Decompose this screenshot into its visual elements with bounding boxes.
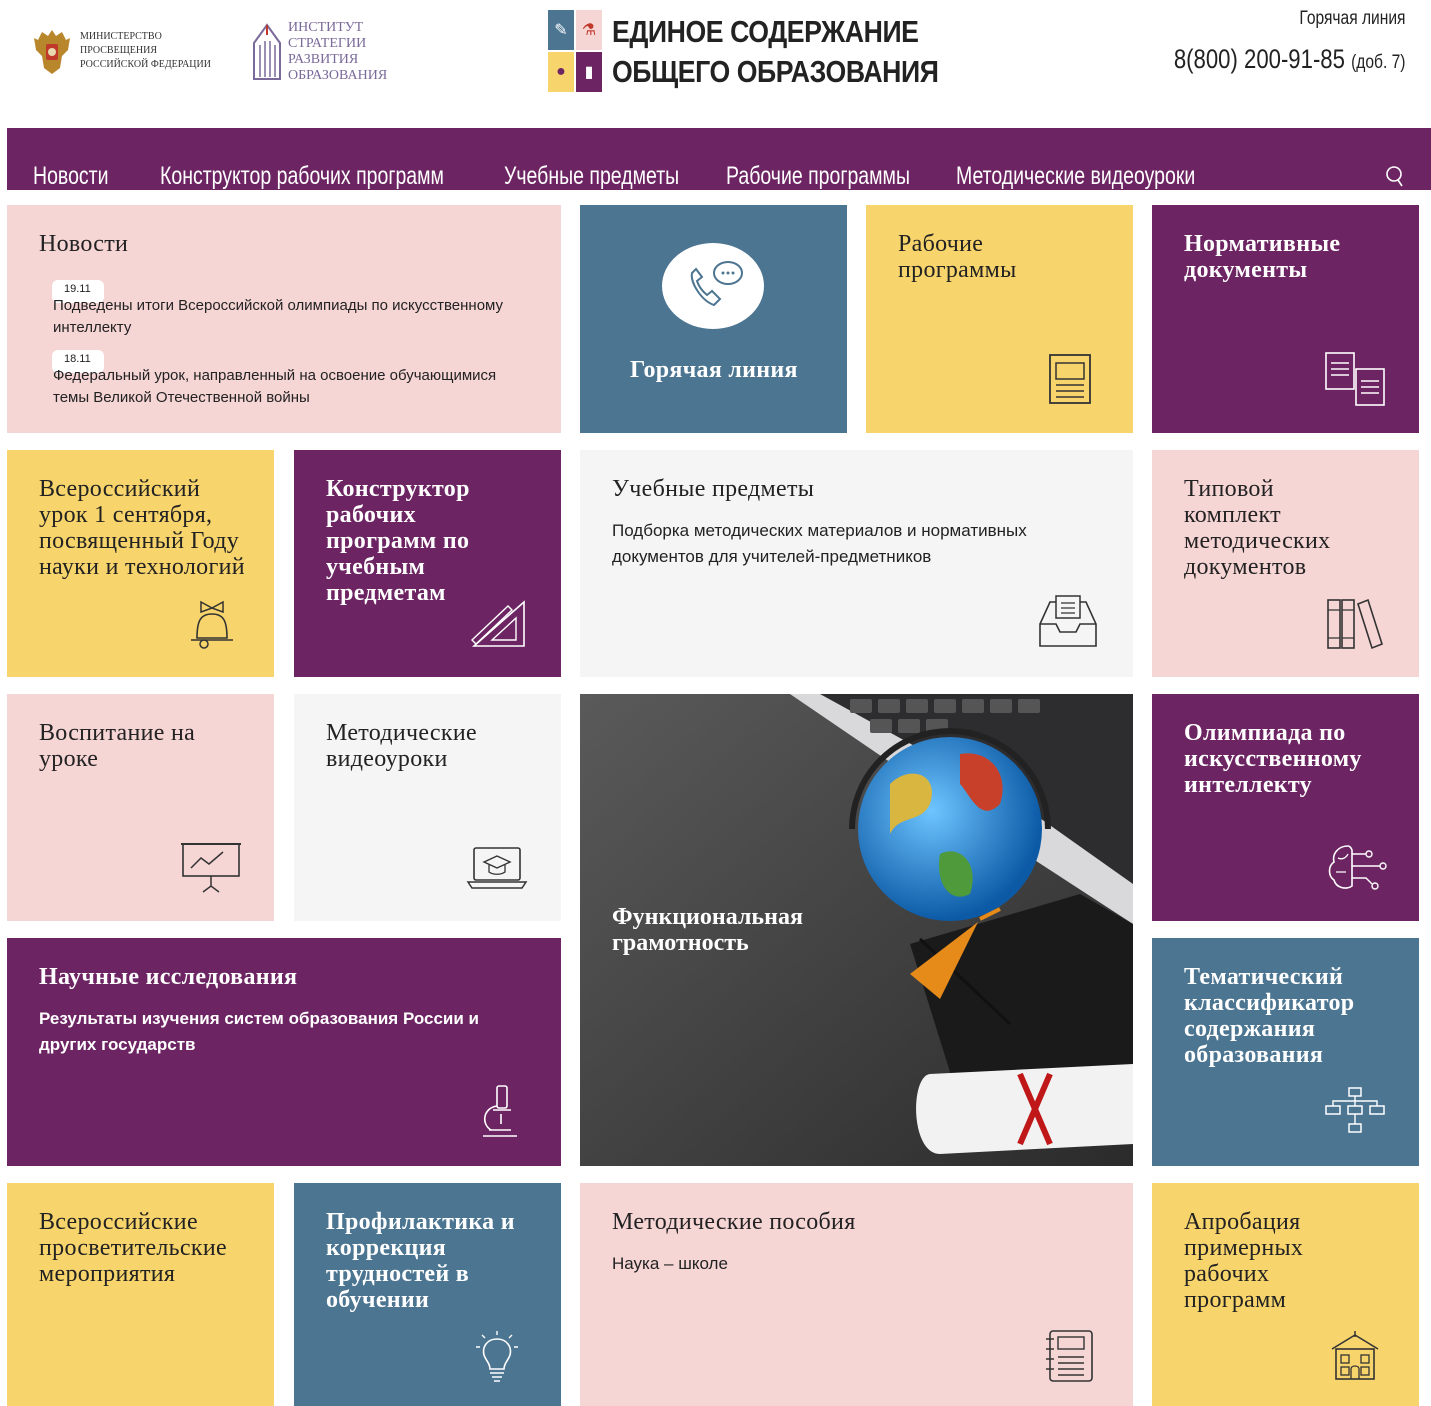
news-title: Новости (39, 231, 129, 257)
hotline-tile-title: Горячая линия (630, 357, 798, 383)
events-tile[interactable]: Всероссийские просветительские мероприят… (7, 1183, 274, 1406)
nav-item-subjects[interactable]: Учебные предметы (504, 162, 679, 190)
document-icon (1049, 354, 1091, 404)
sept1-lesson-title: Всероссийский урок 1 сентября, посвященн… (39, 476, 245, 580)
typical-kit-title: Типовой комплект методических документов (1184, 476, 1331, 580)
site-logo[interactable]: ✎ ⚗ ● ▮ ЕДИНОЕ СОДЕРЖАНИЕ ОБЩЕГО ОБРАЗОВ… (548, 10, 992, 94)
video-lessons-tile[interactable]: Методические видеоуроки (294, 694, 561, 921)
prevention-title: Профилактика и коррекция трудностей в об… (326, 1209, 515, 1313)
search-icon[interactable] (1385, 164, 1405, 188)
manuals-desc: Наука – школе (612, 1254, 728, 1273)
ai-olympiad-tile[interactable]: Олимпиада по искусственному интеллекту (1152, 694, 1419, 921)
typical-kit-tile[interactable]: Типовой комплект методических документов (1152, 450, 1419, 677)
inbox-tray-icon (1039, 595, 1097, 647)
hotline-label: Горячая линия (1298, 8, 1405, 29)
research-title: Научные исследования (39, 964, 298, 990)
book-icon: ▮ (576, 52, 602, 92)
hotline-block: Горячая линия 8(800) 200-91-85 (доб. 7) (1123, 8, 1405, 75)
video-lessons-title: Методические видеоуроки (326, 720, 477, 772)
constructor-tile[interactable]: Конструктор рабочих программ по учебным … (294, 450, 561, 677)
nav-item-video-lessons[interactable]: Методические видеоуроки (956, 162, 1195, 190)
logo-squares: ✎ ⚗ ● ▮ (548, 10, 602, 94)
bell-icon (191, 600, 233, 649)
news-item[interactable]: 18.11 Федеральный урок, направленный на … (52, 349, 523, 409)
subjects-desc: Подборка методических материалов и норма… (612, 521, 1027, 566)
functional-literacy-title: Функциональная грамотность (612, 904, 803, 956)
documents-icon (1325, 352, 1385, 406)
institute-logo-text: Институт стратегии развития образования (288, 20, 388, 83)
school-building-icon (1331, 1331, 1379, 1380)
brain-circuit-icon (1328, 845, 1387, 890)
nav-item-work-programs[interactable]: Рабочие программы (726, 162, 910, 190)
microscope-icon (483, 1085, 517, 1137)
hierarchy-icon (1325, 1087, 1385, 1133)
approbation-tile[interactable]: Апробация примерных рабочих программ (1152, 1183, 1419, 1406)
main-nav: Новости Конструктор рабочих программ Уче… (7, 128, 1431, 190)
nav-item-constructor[interactable]: Конструктор рабочих программ (160, 162, 444, 190)
ministry-logo-text: Министерство просвещения Российской Феде… (80, 31, 211, 70)
site-title-line1: ЕДИНОЕ СОДЕРЖАНИЕ (612, 14, 919, 49)
approbation-title: Апробация примерных рабочих программ (1184, 1209, 1304, 1313)
normative-docs-tile[interactable]: Нормативные документы (1152, 205, 1419, 433)
pencil-icon: ✎ (548, 10, 574, 50)
constructor-title: Конструктор рабочих программ по учебным … (326, 476, 470, 606)
presentation-chart-icon (181, 843, 241, 893)
news-list: 19.11 Подведены итоги Всероссийской олим… (52, 279, 523, 409)
ministry-logo[interactable]: Министерство просвещения Российской Феде… (32, 26, 215, 76)
prevention-tile[interactable]: Профилактика и коррекция трудностей в об… (294, 1183, 561, 1406)
news-text: Федеральный урок, направленный на освоен… (53, 367, 497, 406)
site-header: Министерство просвещения Российской Феде… (0, 0, 1431, 128)
hotline-phone[interactable]: 8(800) 200-91-85 (доб. 7) (1173, 44, 1405, 75)
subjects-title: Учебные предметы (612, 476, 815, 502)
ball-icon: ● (548, 52, 574, 92)
hotline-ext: (доб. 7) (1350, 52, 1405, 73)
laptop-graduation-icon (466, 847, 528, 889)
manuals-tile[interactable]: Методические пособия Наука – школе (580, 1183, 1133, 1406)
subjects-tile[interactable]: Учебные предметы Подборка методических м… (580, 450, 1133, 677)
nav-item-news[interactable]: Новости (33, 162, 108, 190)
upbringing-tile[interactable]: Воспитание на уроке (7, 694, 274, 921)
institute-logo[interactable]: Институт стратегии развития образования (252, 20, 438, 84)
books-icon (1327, 598, 1383, 650)
normative-docs-title: Нормативные документы (1184, 231, 1341, 283)
lightbulb-icon (476, 1331, 518, 1382)
research-tile[interactable]: Научные исследования Результаты изучения… (7, 938, 561, 1166)
classifier-tile[interactable]: Тематический классификатор содержания об… (1152, 938, 1419, 1166)
notebook-icon (1046, 1330, 1093, 1382)
manuals-title: Методические пособия (612, 1209, 856, 1235)
site-title-line2: ОБЩЕГО ОБРАЗОВАНИЯ (612, 54, 939, 89)
events-title: Всероссийские просветительские мероприят… (39, 1209, 227, 1287)
hotline-tile[interactable]: Горячая линия (580, 205, 847, 433)
news-tile[interactable]: Новости 19.11 Подведены итоги Всероссийс… (7, 205, 561, 433)
flask-icon: ⚗ (576, 10, 602, 50)
eagle-emblem-icon (34, 30, 70, 74)
news-text: Подведены итоги Всероссийской олимпиады … (53, 297, 504, 336)
ruler-pencil-icon (470, 600, 525, 647)
work-programs-title: Рабочие программы (898, 231, 1017, 283)
hotline-phone-number: 8(800) 200-91-85 (1173, 44, 1345, 74)
classifier-title: Тематический классификатор содержания об… (1184, 964, 1355, 1068)
upbringing-title: Воспитание на уроке (39, 720, 196, 772)
building-icon (253, 23, 281, 80)
phone-chat-icon (662, 243, 764, 329)
functional-literacy-tile[interactable]: Функциональная грамотность (580, 694, 1133, 1166)
ai-olympiad-title: Олимпиада по искусственному интеллекту (1184, 720, 1362, 798)
sept1-lesson-tile[interactable]: Всероссийский урок 1 сентября, посвященн… (7, 450, 274, 677)
research-desc: Результаты изучения систем образования Р… (39, 1009, 480, 1054)
work-programs-tile[interactable]: Рабочие программы (866, 205, 1133, 433)
news-item[interactable]: 19.11 Подведены итоги Всероссийской олим… (52, 279, 523, 339)
nav-menu: Новости Конструктор рабочих программ Уче… (33, 162, 1303, 190)
